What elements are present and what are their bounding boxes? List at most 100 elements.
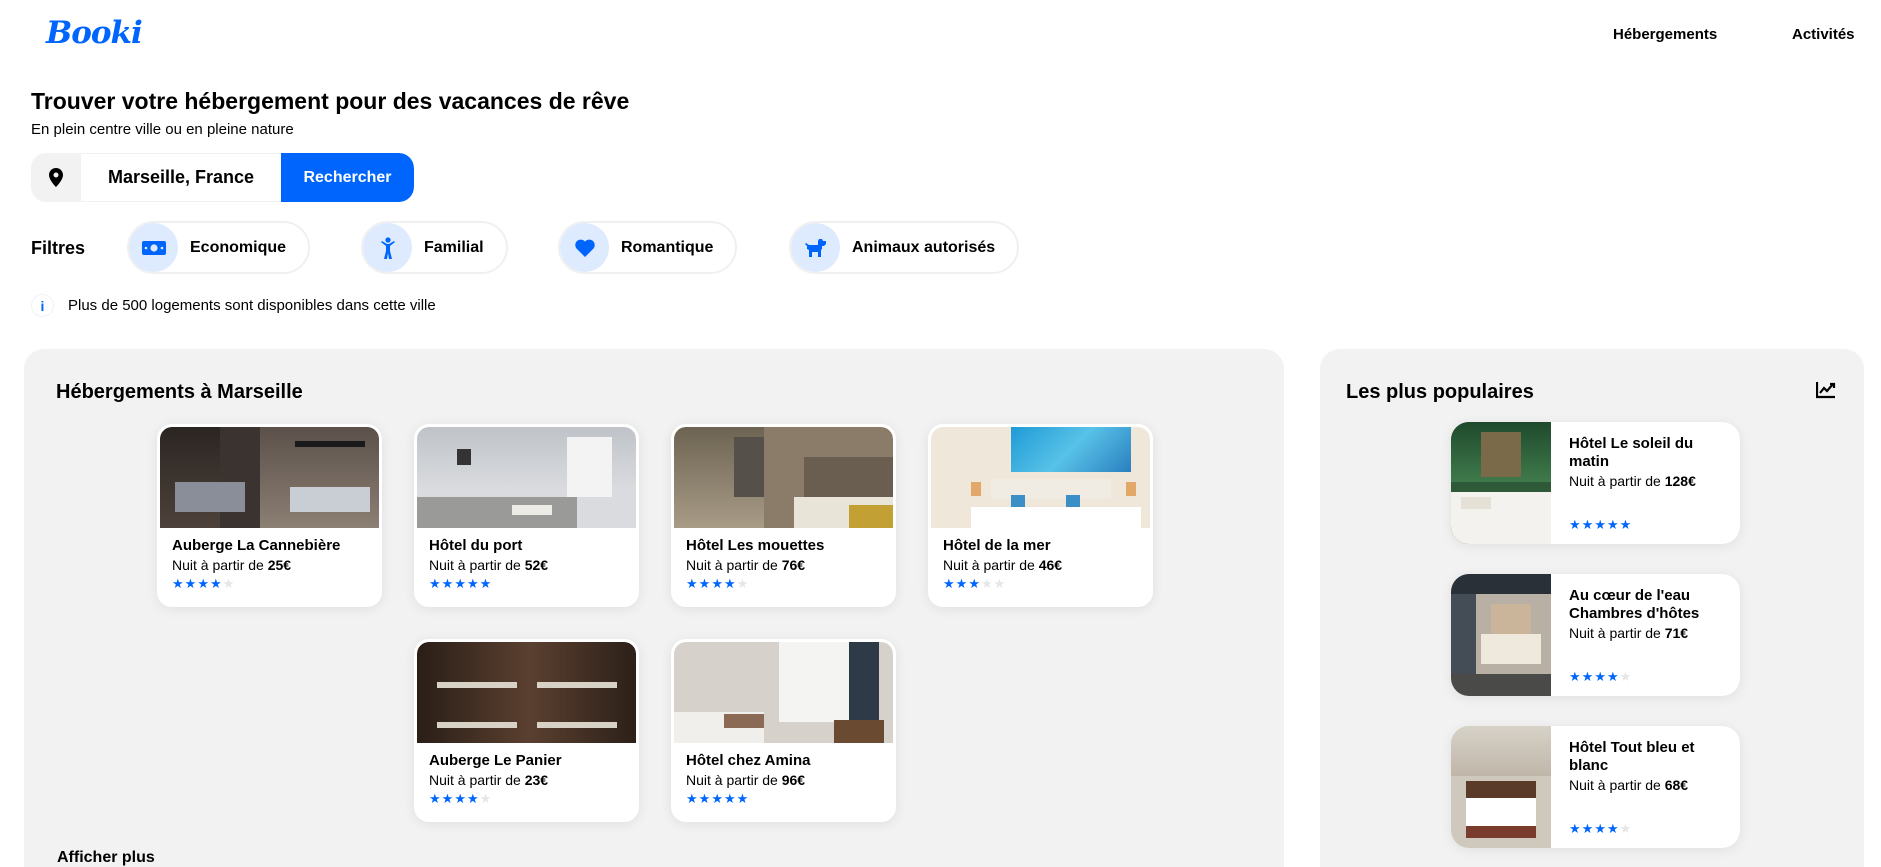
rating-stars: ★ ★ ★ ★ ★ — [172, 577, 367, 591]
price-value: 96€ — [781, 772, 806, 788]
filter-familial[interactable]: Familial — [361, 221, 508, 274]
rating-stars: ★ ★ ★ ★ ★ — [1569, 670, 1631, 684]
filter-romantique[interactable]: Romantique — [558, 221, 738, 274]
star-filled-icon: ★ — [209, 576, 222, 591]
star-filled-icon: ★ — [466, 791, 479, 806]
accommodation-photo — [674, 427, 893, 528]
accommodation-price: Nuit à partir de 25€ — [172, 555, 367, 575]
accommodation-name: Auberge La Cannebière — [172, 537, 341, 554]
page-title: Trouver votre hébergement pour des vacan… — [31, 88, 630, 114]
accommodation-name: Hôtel chez Amina — [686, 752, 811, 769]
star-filled-icon: ★ — [441, 576, 454, 591]
accommodation-photo — [931, 427, 1150, 528]
filter-animaux[interactable]: Animaux autorisés — [789, 221, 1020, 274]
star-filled-icon: ★ — [686, 576, 698, 591]
money-bill-icon — [129, 223, 178, 272]
popular-price: Nuit à partir de 71€ — [1569, 623, 1726, 643]
star-filled-icon: ★ — [1594, 669, 1606, 684]
filters-label: Filtres — [31, 238, 86, 258]
rating-stars: ★ ★ ★ ★ ★ — [1569, 822, 1631, 836]
nav-link-activites[interactable]: Activités — [1792, 26, 1855, 43]
rating-stars: ★ ★ ★ ★ ★ — [943, 577, 1138, 591]
star-filled-icon: ★ — [479, 576, 492, 591]
accommodation-photo — [674, 642, 893, 743]
accommodation-price: Nuit à partir de 76€ — [686, 555, 881, 575]
price-prefix: Nuit à partir de — [1569, 625, 1661, 641]
price-prefix: Nuit à partir de — [943, 557, 1035, 573]
price-value: 76€ — [781, 557, 806, 573]
accommodation-name: Hôtel Les mouettes — [686, 537, 825, 554]
accommodation-card[interactable]: Auberge La Cannebière Nuit à partir de 2… — [157, 424, 382, 607]
search-button[interactable]: Rechercher — [281, 153, 414, 202]
accommodation-price: Nuit à partir de 46€ — [943, 555, 1138, 575]
accommodation-name: Hôtel de la mer — [943, 537, 1051, 554]
price-prefix: Nuit à partir de — [686, 557, 778, 573]
star-filled-icon: ★ — [968, 576, 980, 591]
star-filled-icon: ★ — [1619, 517, 1632, 532]
filter-economique[interactable]: Economique — [127, 221, 311, 274]
popular-price: Nuit à partir de 128€ — [1569, 471, 1726, 491]
filter-label: Animaux autorisés — [852, 238, 996, 256]
star-empty-icon: ★ — [980, 576, 993, 591]
nav-link-hebergements[interactable]: Hébergements — [1613, 26, 1717, 43]
accommodations-title: Hébergements à Marseille — [56, 381, 303, 403]
star-empty-icon: ★ — [1619, 669, 1632, 684]
accommodation-card[interactable]: Auberge Le Panier Nuit à partir de 23€ ★… — [414, 639, 639, 822]
accommodation-card[interactable]: Hôtel de la mer Nuit à partir de 46€ ★ ★ ★… — [928, 424, 1153, 607]
popular-card[interactable]: Hôtel Le soleil du matin Nuit à partir d… — [1451, 422, 1740, 544]
popular-card[interactable]: Au cœur de l'eau Chambres d'hôtes Nuit à… — [1451, 574, 1740, 696]
trending-chart-icon — [1815, 381, 1836, 404]
star-filled-icon: ★ — [698, 576, 711, 591]
accommodation-name: Hôtel du port — [429, 537, 523, 554]
dog-icon — [791, 223, 840, 272]
price-prefix: Nuit à partir de — [1569, 777, 1661, 793]
star-filled-icon: ★ — [184, 576, 197, 591]
star-filled-icon: ★ — [1569, 821, 1581, 836]
star-empty-icon: ★ — [222, 576, 235, 591]
star-filled-icon: ★ — [454, 576, 466, 591]
star-filled-icon: ★ — [955, 576, 968, 591]
star-filled-icon: ★ — [1606, 821, 1619, 836]
star-filled-icon: ★ — [943, 576, 955, 591]
popular-name: Au cœur de l'eau Chambres d'hôtes — [1569, 587, 1700, 622]
star-filled-icon: ★ — [1581, 517, 1594, 532]
filter-label: Familial — [424, 238, 484, 256]
price-prefix: Nuit à partir de — [686, 772, 778, 788]
child-icon — [363, 223, 412, 272]
rating-stars: ★ ★ ★ ★ ★ — [429, 792, 624, 806]
popular-photo — [1451, 726, 1551, 848]
accommodation-price: Nuit à partir de 23€ — [429, 770, 624, 790]
accommodation-card[interactable]: Hôtel Les mouettes Nuit à partir de 76€ … — [671, 424, 896, 607]
info-text: Plus de 500 logements sont disponibles d… — [68, 297, 436, 314]
show-more-link[interactable]: Afficher plus — [57, 849, 155, 867]
rating-stars: ★ ★ ★ ★ ★ — [1569, 518, 1631, 532]
star-filled-icon: ★ — [723, 791, 736, 806]
star-filled-icon: ★ — [1606, 517, 1619, 532]
star-filled-icon: ★ — [454, 791, 466, 806]
popular-photo — [1451, 574, 1551, 696]
info-banner: i Plus de 500 logements sont disponibles… — [31, 294, 436, 317]
price-value: 68€ — [1664, 777, 1689, 793]
booki-logo[interactable]: Booki — [46, 15, 143, 51]
star-filled-icon: ★ — [197, 576, 209, 591]
accommodation-photo — [160, 427, 379, 528]
popular-photo — [1451, 422, 1551, 544]
accommodation-price: Nuit à partir de 52€ — [429, 555, 624, 575]
price-value: 128€ — [1664, 473, 1696, 489]
heart-icon — [560, 223, 609, 272]
price-prefix: Nuit à partir de — [429, 772, 521, 788]
info-icon: i — [31, 294, 54, 317]
accommodation-card[interactable]: Hôtel du port Nuit à partir de 52€ ★ ★ ★ ★ ★ — [414, 424, 639, 607]
star-filled-icon: ★ — [1569, 669, 1581, 684]
search-input[interactable]: Marseille, France — [81, 153, 281, 202]
popular-card[interactable]: Hôtel Tout bleu et blanc Nuit à partir d… — [1451, 726, 1740, 848]
star-filled-icon: ★ — [1594, 821, 1606, 836]
accommodation-photo — [417, 642, 636, 743]
accommodation-card[interactable]: Hôtel chez Amina Nuit à partir de 96€ ★ ★… — [671, 639, 896, 822]
star-filled-icon: ★ — [686, 791, 698, 806]
accommodation-name: Auberge Le Panier — [429, 752, 562, 769]
popular-name: Hôtel Le soleil du matin — [1569, 435, 1694, 470]
page-subtitle: En plein centre ville ou en pleine natur… — [31, 121, 294, 138]
star-empty-icon: ★ — [993, 576, 1006, 591]
star-filled-icon: ★ — [466, 576, 479, 591]
